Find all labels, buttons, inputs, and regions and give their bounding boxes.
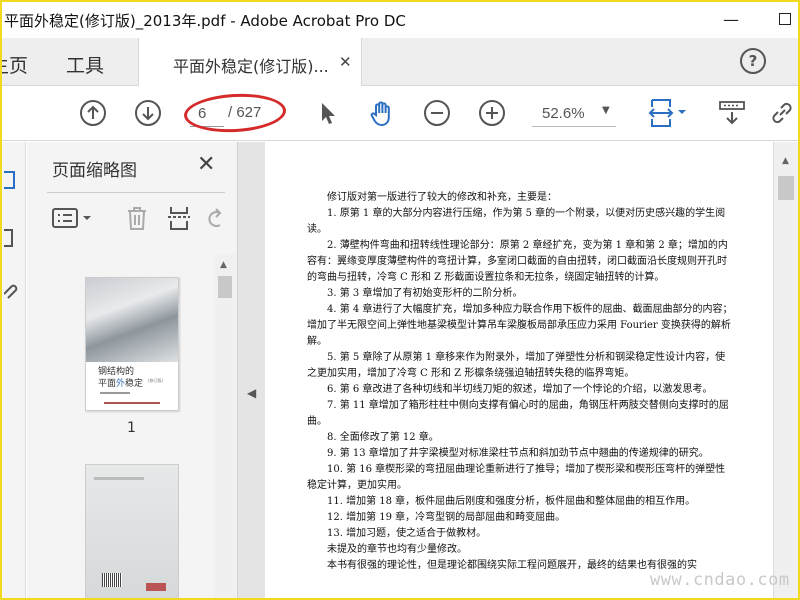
document-paragraph: 3. 第 3 章增加了有初始变形杆的二阶分析。 xyxy=(327,288,523,299)
page-thumbnails-icon[interactable] xyxy=(4,168,22,192)
arrow-down-circle-icon xyxy=(135,100,161,126)
delete-pages-button[interactable] xyxy=(123,204,151,232)
minus-circle-icon xyxy=(424,100,450,126)
document-paragraph: 10. 第 16 章楔形梁的弯扭屈曲理论重新进行了推导；增加了楔形梁和楔形压弯杆… xyxy=(307,464,726,491)
scroll-mode-button[interactable] xyxy=(718,99,746,127)
page-extract-icon xyxy=(168,207,190,230)
page-thumbnail[interactable]: 钢结构的 平面外稳定 (修订版) xyxy=(85,277,179,411)
cover-image xyxy=(86,278,178,362)
keyboard-scroll-icon xyxy=(719,101,745,125)
zoom-out-button[interactable] xyxy=(423,99,451,127)
link-icon xyxy=(772,102,792,124)
chevron-down-icon: ▼ xyxy=(602,105,610,116)
panel-title: 页面缩略图 xyxy=(52,161,137,181)
rotate-icon xyxy=(208,208,222,227)
tab-bar: 主页 工具 平面外稳定(修订版)... ✕ ? xyxy=(2,38,798,86)
close-panel-icon[interactable]: ✕ xyxy=(197,152,215,177)
tab-home[interactable]: 主页 xyxy=(2,51,28,78)
extract-pages-button[interactable] xyxy=(165,204,193,232)
document-page-text: 修订版对第一版进行了较大的修改和补充，主要是： 1. 原第 1 章的大部分内容进行… xyxy=(307,190,733,574)
back-cover-header xyxy=(94,477,144,480)
left-tool-rail xyxy=(2,142,26,598)
document-paragraph: 4. 第 4 章进行了大幅度扩充，增加多种应力联合作用下板件的屈曲、截面屈曲部分… xyxy=(307,304,733,347)
hand-tool-button[interactable] xyxy=(368,99,396,127)
cursor-arrow-icon xyxy=(322,103,335,124)
zoom-in-button[interactable] xyxy=(478,99,506,127)
help-icon[interactable]: ? xyxy=(740,48,766,74)
document-tab-label: 平面外稳定(修订版)... xyxy=(173,57,329,76)
document-paragraph: 未提及的章节也均有少量修改。 xyxy=(327,544,467,555)
maximize-button[interactable] xyxy=(768,4,798,34)
plus-circle-icon xyxy=(479,100,505,126)
close-tab-icon[interactable]: ✕ xyxy=(339,53,352,71)
document-paragraph: 1. 原第 1 章的大部分内容进行压缩，作为第 5 章的一个附录，以便对历史感兴… xyxy=(307,208,726,235)
tab-document[interactable]: 平面外稳定(修订版)... ✕ xyxy=(138,38,362,86)
chevron-left-icon: ◀ xyxy=(247,386,257,400)
page-thumbnails-panel: 页面缩略图 ✕ 钢结构的 平面外稳定 (修订版) 1 xyxy=(27,142,237,598)
select-tool-button[interactable] xyxy=(314,99,342,127)
document-paragraph: 修订版对第一版进行了较大的修改和补充，主要是： xyxy=(327,192,557,203)
fit-page-button[interactable] xyxy=(646,99,688,127)
minimize-button[interactable]: — xyxy=(714,4,748,34)
previous-page-button[interactable] xyxy=(79,99,107,127)
app-window: 平面外稳定(修订版)_2013年.pdf - Adobe Acrobat Pro… xyxy=(0,0,800,600)
rotate-pages-button[interactable] xyxy=(203,204,227,232)
arrow-up-circle-icon xyxy=(80,100,106,126)
document-paragraph: 2. 薄壁构件弯曲和扭转线性理论部分：原第 2 章经扩充，变为第 1 章和第 2… xyxy=(307,240,728,283)
document-view: 修订版对第一版进行了较大的修改和补充，主要是： 1. 原第 1 章的大部分内容进行… xyxy=(265,142,773,598)
hand-icon xyxy=(370,101,390,127)
document-scrollbar[interactable]: ▲ xyxy=(773,142,798,598)
document-paragraph: 6. 第 6 章改进了各种切线和半切线刀矩的叙述，增加了一个悖论的介绍，以激发思… xyxy=(327,384,713,395)
document-paragraph: 11. 增加第 18 章，板件屈曲后刚度和强度分析，板件屈曲和整体屈曲的相互作用… xyxy=(327,496,696,507)
scrollbar-thumb[interactable] xyxy=(778,176,794,200)
barcode xyxy=(102,573,122,587)
watermark: www.cndao.com xyxy=(650,570,790,590)
toolbar: / 627 52.6% ▼ xyxy=(2,87,798,141)
window-title: 平面外稳定(修订版)_2013年.pdf - Adobe Acrobat Pro… xyxy=(4,12,406,30)
document-paragraph: 9. 第 13 章增加了井字梁模型对标准梁柱节点和斜加劲节点中翘曲的传递规律的研… xyxy=(327,448,709,459)
minimize-icon: — xyxy=(723,9,739,29)
scroll-up-icon[interactable]: ▲ xyxy=(220,260,227,270)
page-thumbnail[interactable] xyxy=(85,464,179,598)
thumbnail-options-button[interactable] xyxy=(51,204,97,232)
trash-icon xyxy=(128,207,146,230)
cover-publisher-line xyxy=(104,402,160,404)
thumbnail-list: 钢结构的 平面外稳定 (修订版) 1 xyxy=(27,252,237,598)
thumbnail-scrollbar[interactable]: ▲ xyxy=(214,254,236,598)
scroll-up-icon[interactable]: ▲ xyxy=(782,156,789,166)
publisher-logo xyxy=(146,583,166,591)
zoom-value: 52.6% xyxy=(542,105,585,122)
document-paragraph: 12. 增加第 19 章，冷弯型钢的局部屈曲和畸变屈曲。 xyxy=(327,512,566,523)
panel-divider xyxy=(47,192,225,193)
tab-tools[interactable]: 工具 xyxy=(66,51,104,78)
document-paragraph: 8. 全面修改了第 12 章。 xyxy=(327,432,439,443)
thumbnail-page-label: 1 xyxy=(127,420,136,436)
next-page-button[interactable] xyxy=(134,99,162,127)
cover-author-line xyxy=(100,392,130,394)
cover-subtitle: (修订版) xyxy=(148,378,164,383)
list-options-icon xyxy=(52,208,91,228)
maximize-icon xyxy=(779,13,791,25)
bookmarks-icon[interactable] xyxy=(4,226,22,250)
document-paragraph: 7. 第 11 章增加了箱形柱柱中侧向支撑有偏心时的屈曲，角钢压杆两肢交替侧向支… xyxy=(307,400,729,427)
document-paragraph: 5. 第 5 章除了从原第 1 章移来作为附录外，增加了弹塑性分析和钢梁稳定性设… xyxy=(307,352,726,379)
panel-collapse-handle[interactable]: ◀ xyxy=(237,142,265,598)
title-bar: 平面外稳定(修订版)_2013年.pdf - Adobe Acrobat Pro… xyxy=(2,2,798,38)
zoom-dropdown[interactable]: 52.6% ▼ xyxy=(532,101,616,127)
fit-page-icon xyxy=(648,99,686,127)
share-link-button[interactable] xyxy=(768,99,796,127)
scrollbar-thumb[interactable] xyxy=(218,276,232,298)
cover-title-line2: 平面外稳定 xyxy=(98,379,144,389)
attachments-icon[interactable] xyxy=(3,278,22,302)
document-paragraph: 13. 增加习题，使之适合于做教材。 xyxy=(327,528,487,539)
